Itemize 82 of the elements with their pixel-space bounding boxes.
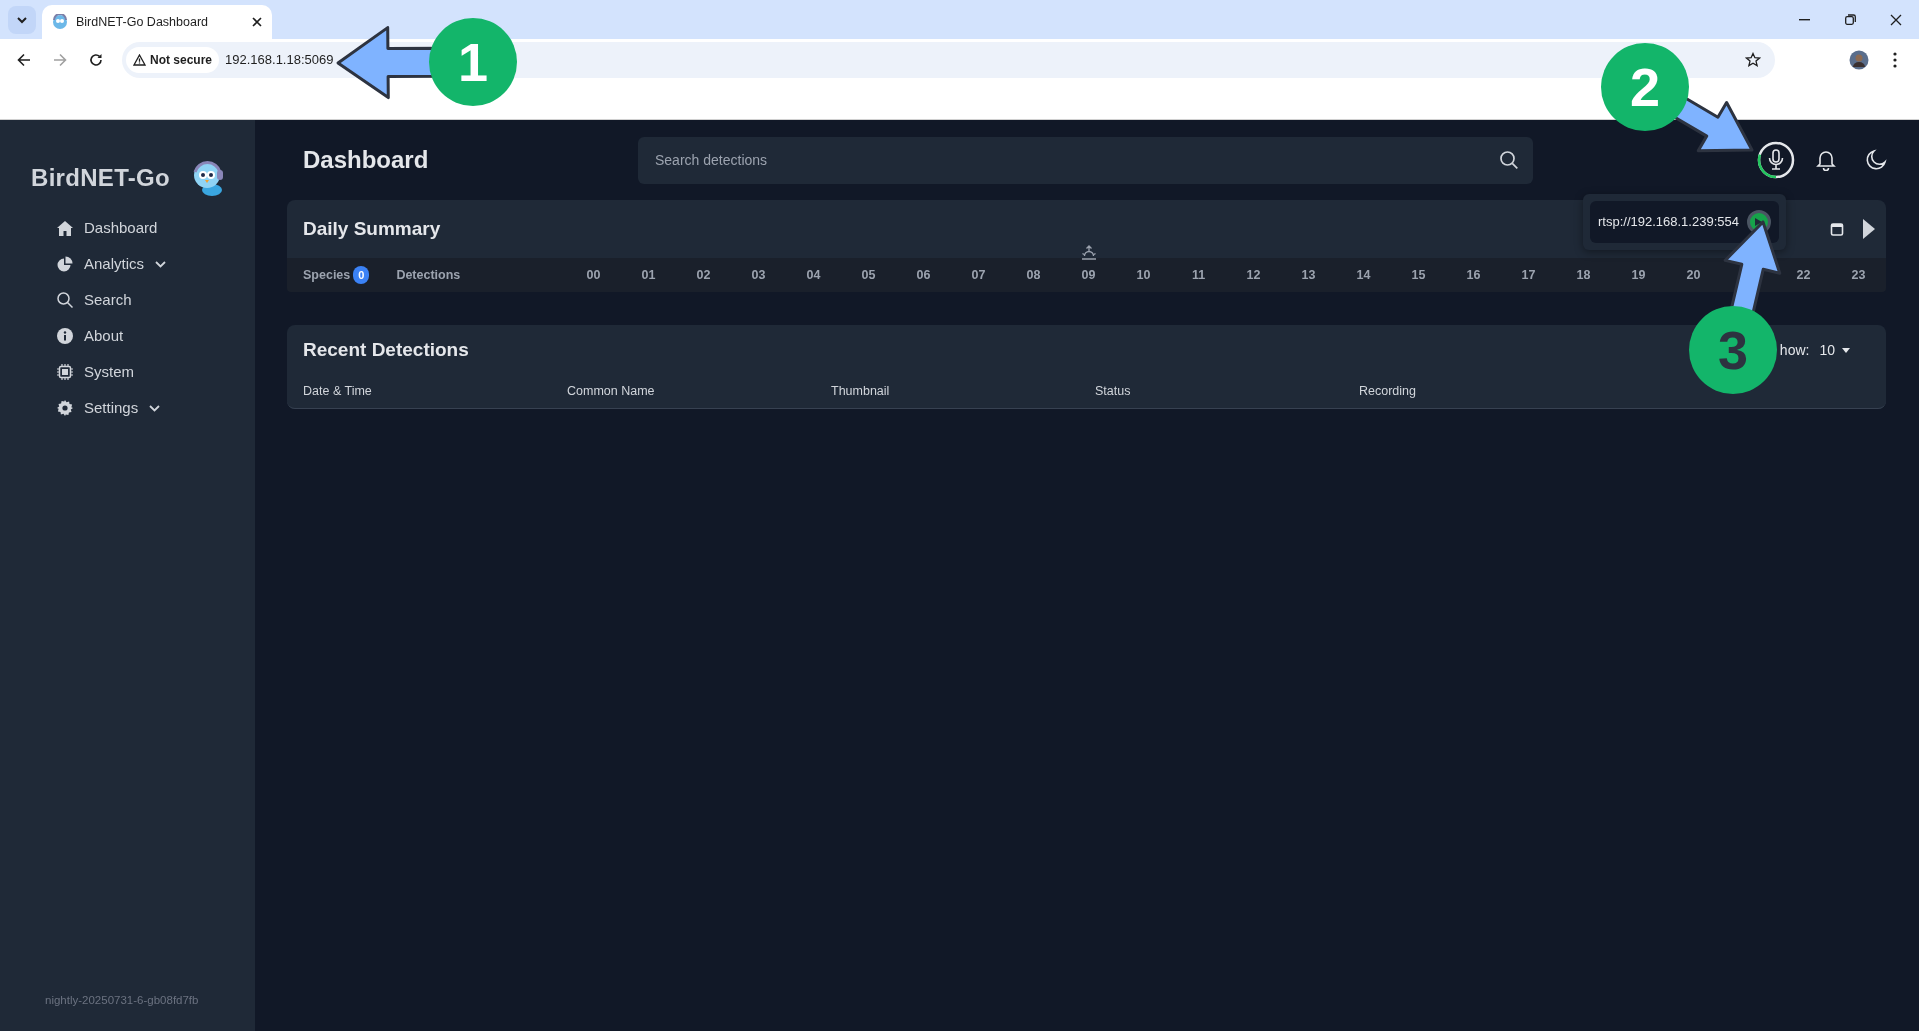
step-badge: 2 [1601,43,1689,131]
search-icon [57,292,73,308]
tab-title: BirdNET-Go Dashboard [76,13,209,31]
sidebar-item[interactable]: About [0,318,124,354]
info-icon [57,328,73,344]
hour-label: 18 [1576,267,1591,282]
hour-label: 04 [806,267,821,282]
caret-icon [1842,347,1850,353]
hour-label: 13 [1301,267,1316,282]
processor-icon [57,364,73,380]
tab-list-button[interactable] [8,6,36,34]
hour-label: 01 [641,267,656,282]
caret-icon [17,16,27,24]
hour-label: 14 [1356,267,1371,282]
close-icon[interactable] [252,17,262,27]
hour-label: 11 [1191,267,1206,282]
page-size-select[interactable]: 10 [1819,339,1870,361]
page-title: Dashboard [302,145,430,175]
sidebar-item[interactable]: Search [0,282,132,318]
pie-chart-icon [57,256,73,272]
microphone-icon [1768,149,1784,170]
version-text: nightly-20250731-6-gb08fd7fb [44,992,200,1008]
reload-icon [89,53,103,67]
hour-label: 17 [1521,267,1536,282]
avatar-icon[interactable] [1849,50,1869,70]
column-header: Common Name [567,383,656,401]
microphone-button[interactable] [1756,140,1796,180]
hour-label: 03 [751,267,766,282]
hour-label: 06 [916,267,931,282]
card-title: Recent Detections [303,338,469,362]
sidebar-item[interactable]: Dashboard [0,210,158,246]
hour-label: 10 [1136,267,1151,282]
security-chip[interactable]: Not secure [126,47,220,73]
hour-label: 09 [1081,267,1096,282]
hour-label: 02 [696,267,711,282]
gear-icon [57,400,73,416]
step-badge: 1 [429,18,517,106]
hour-label: 19 [1631,267,1646,282]
step-badge: 3 [1689,306,1777,394]
hour-label: 20 [1686,267,1701,282]
back-arrow-icon [17,53,31,67]
forward-arrow-icon [53,53,67,67]
sidebar-item[interactable]: System [0,354,134,390]
sidebar-item[interactable]: Analytics [0,246,167,282]
star-icon[interactable] [1745,52,1761,68]
bell-icon [1816,149,1836,171]
warning-icon [133,54,146,66]
brand-name: BirdNET-Go [31,163,170,193]
sidebar-item[interactable]: Settings [0,390,161,426]
stream-url: rtsp://192.168.1.239:554 [1598,213,1739,232]
close-icon [1890,13,1902,26]
play-icon [1755,218,1763,226]
hour-label: 16 [1466,267,1481,282]
moon-icon [1865,149,1887,171]
minimize-icon [1798,18,1810,21]
restore-icon [1844,14,1856,25]
more-icon [1893,52,1897,68]
search-icon[interactable] [1499,149,1519,170]
hour-label: 07 [971,267,986,282]
column-header: Species [303,266,351,284]
browser-tab[interactable]: BirdNET-Go Dashboard [42,5,272,39]
count-badge: 0 [353,265,370,285]
column-header: Recording [1359,383,1417,401]
next-day-icon[interactable] [1862,218,1876,240]
card-title: Daily Summary [303,217,441,241]
hour-label: 23 [1851,267,1866,282]
column-header: Thumbnail [831,383,891,401]
column-header: Detections [396,266,461,284]
column-header: Status [1095,383,1132,401]
calendar-icon[interactable] [1830,222,1844,236]
hour-label: 22 [1796,267,1811,282]
column-header: Date & Time [303,383,373,401]
hour-label: 15 [1411,267,1426,282]
hour-label: 00 [586,267,601,282]
home-icon [57,220,73,236]
hour-label: 08 [1026,267,1041,282]
hour-label: 05 [861,267,876,282]
hour-label: 12 [1246,267,1261,282]
url-text: 192.168.1.18:5069 [225,51,334,70]
show-label: how: [1779,340,1810,360]
bird-icon [52,14,68,30]
search-field[interactable]: Search detections [638,136,1533,184]
